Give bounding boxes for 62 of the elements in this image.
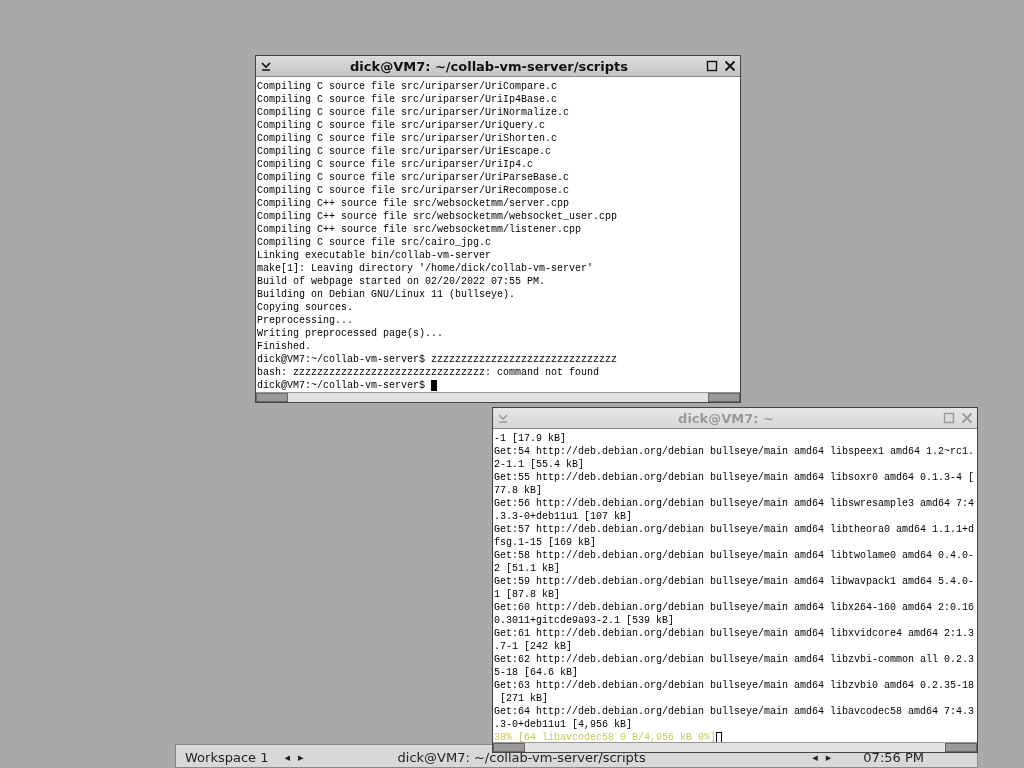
next-workspace-arrow[interactable]: ▸: [298, 750, 304, 764]
terminal-line: Preprocessing...: [257, 314, 353, 327]
terminal-line: Get:61 http://deb.debian.org/debian bullseye/main amd64 libxvidcore4 amd64 2:1.3: [494, 627, 975, 640]
terminal-line: Compiling C source file src/uriparser/UriIp4Base.c: [257, 93, 558, 106]
terminal-line: .3-0+deb11u1 [4,956 kB]: [494, 718, 633, 731]
terminal-line: Compiling C source file src/cairo_jpg.c: [257, 236, 492, 249]
terminal-line: dick@VM7:~/collab-vm-server$: [257, 379, 427, 392]
terminal-line: .7-1 [242 kB]: [494, 640, 572, 653]
workspace-label[interactable]: Workspace 1: [185, 749, 269, 765]
terminal-line: 5-18 [64.6 kB]: [494, 666, 578, 679]
terminal-line: Get:64 http://deb.debian.org/debian bullseye/main amd64 libavcodec58 amd64 7:4.3: [494, 705, 975, 718]
maximize-icon[interactable]: [706, 60, 718, 72]
terminal-line: Compiling C source file src/uriparser/UriRecompose.c: [257, 184, 570, 197]
clock: 07:56 PM: [863, 749, 924, 765]
terminal-line: make[1]: Leaving directory '/home/dick/collab-vm-server': [257, 262, 594, 275]
terminal-line: .3.3-0+deb11u1 [107 kB]: [494, 510, 633, 523]
text-cursor: [431, 380, 438, 391]
terminal-line: Get:54 http://deb.debian.org/debian bullseye/main amd64 libspeex1 amd64 1.2~rc1.: [494, 445, 975, 458]
terminal-line: Compiling C source file src/uriparser/UriIp4.c: [257, 158, 534, 171]
terminal-line: Compiling C++ source file src/websocketmm/listener.cpp: [257, 223, 582, 236]
window-menu-icon[interactable]: [260, 60, 272, 72]
taskbar-task[interactable]: dick@VM7: ~/collab-vm-server/scripts: [397, 749, 803, 765]
window-title: dick@VM7: ~: [677, 410, 775, 426]
terminal-line: Compiling C source file src/uriparser/UriShorten.c: [257, 132, 558, 145]
terminal-line: Compiling C source file src/uriparser/UriQuery.c: [257, 119, 546, 132]
close-icon[interactable]: [724, 60, 736, 72]
terminal-line: Get:58 http://deb.debian.org/debian bullseye/main amd64 libtwolame0 amd64 0.4.0-: [494, 549, 975, 562]
terminal-line: Get:62 http://deb.debian.org/debian bullseye/main amd64 libzvbi-common all 0.2.3: [494, 653, 975, 666]
terminal-line: 1 [87.8 kB]: [494, 588, 560, 601]
terminal-line: Finished.: [257, 340, 311, 353]
terminal-line: dick@VM7:~/collab-vm-server$ zzzzzzzzzzzzzzzzzzzzzzzzzzzzzzz: [257, 353, 618, 366]
terminal-line: 2-1.1 [55.4 kB]: [494, 458, 584, 471]
terminal-line: Writing preprocessed page(s)...: [257, 327, 444, 340]
terminal-line: 38% [64 libavcodec58 0 B/4,956 kB 0%]: [494, 731, 717, 742]
terminal-line: Get:60 http://deb.debian.org/debian bullseye/main amd64 libx264-160 amd64 2:0.16: [494, 601, 975, 614]
terminal-line: fsg.1-15 [169 kB]: [494, 536, 597, 549]
previous-workspace-arrow[interactable]: ◂: [284, 750, 290, 764]
terminal-line: Linking executable bin/collab-vm-server: [257, 249, 492, 262]
terminal-line: [271 kB]: [499, 692, 548, 705]
horizontal-scrollbar[interactable]: [256, 392, 740, 402]
window-title: dick@VM7: ~/collab-vm-server/scripts: [349, 58, 629, 74]
terminal-line: Get:63 http://deb.debian.org/debian bullseye/main amd64 libzvbi0 amd64 0.2.35-18: [494, 679, 975, 692]
terminal-line: Get:57 http://deb.debian.org/debian bullseye/main amd64 libtheora0 amd64 1.1.1+d: [494, 523, 975, 536]
terminal-line: Get:55 http://deb.debian.org/debian bullseye/main amd64 libsoxr0 amd64 0.1.3-4 [: [494, 471, 975, 484]
terminal-line: Compiling C source file src/uriparser/UriParseBase.c: [257, 171, 570, 184]
previous-task-arrow[interactable]: ◂: [812, 750, 818, 764]
terminal-line: Build of webpage started on 02/20/2022 07:55 PM.: [257, 275, 546, 288]
terminal-line: -1 [17.9 kB]: [494, 432, 566, 445]
terminal-line: Copying sources.: [257, 301, 353, 314]
terminal-line: bash: zzzzzzzzzzzzzzzzzzzzzzzzzzzzzzzz: command not found: [257, 366, 600, 379]
terminal-line: 0.3011+gitcde9a93-2.1 [539 kB]: [494, 614, 675, 627]
terminal-line: Compiling C source file src/uriparser/UriEscape.c: [257, 145, 552, 158]
terminal-line: Get:56 http://deb.debian.org/debian bullseye/main amd64 libswresample3 amd64 7:4: [494, 497, 975, 510]
terminal-line: Compiling C source file src/uriparser/UriNormalize.c: [257, 106, 570, 119]
terminal-line: Compiling C++ source file src/websocketmm/server.cpp: [257, 197, 570, 210]
terminal-line: Building on Debian GNU/Linux 11 (bullseye).: [257, 288, 516, 301]
terminal-line: Get:59 http://deb.debian.org/debian bullseye/main amd64 libwavpack1 amd64 5.4.0-: [494, 575, 975, 588]
terminal-line: Compiling C source file src/uriparser/UriCompare.c: [257, 80, 558, 93]
terminal-line: 77.8 kB]: [494, 484, 542, 497]
terminal-line: 2 [51.1 kB]: [494, 562, 560, 575]
terminal-line: Compiling C++ source file src/websocketmm/websocket_user.cpp: [257, 210, 618, 223]
next-task-arrow[interactable]: ▸: [825, 750, 832, 764]
